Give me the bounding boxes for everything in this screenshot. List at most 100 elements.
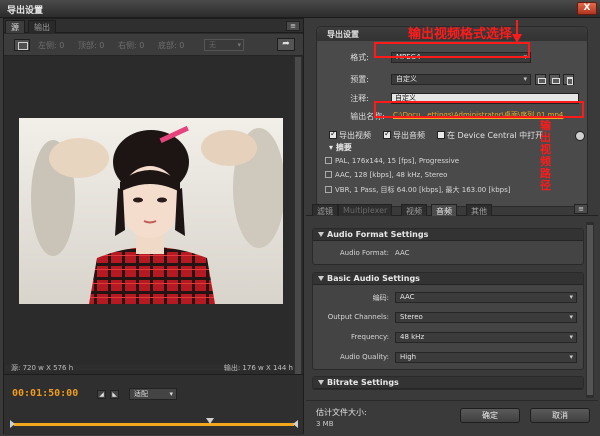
estimated-size-value: 3 MB [316, 420, 334, 428]
path-annotation: 输出视频路径 [540, 119, 551, 192]
summary-options-icon[interactable] [575, 131, 585, 141]
export-audio-checkbox[interactable]: 导出音频 [383, 129, 425, 141]
codec-select[interactable]: AAC [395, 292, 577, 303]
path-highlight-box [374, 101, 584, 118]
export-audio-check-icon [383, 129, 391, 139]
save-preset-icon[interactable] [535, 74, 546, 85]
crop-icon[interactable] [14, 39, 30, 51]
estimated-size-label: 估计文件大小: [316, 408, 367, 417]
title-bar: 导出设置 X [0, 0, 600, 18]
set-out-point-icon[interactable]: ◣ [110, 390, 119, 399]
summary-audio-line: AAC, 128 [kbps], 48 kHz, Stereo [325, 171, 447, 179]
export-video-checkbox[interactable]: 导出视频 [329, 129, 371, 141]
basic-audio-header-text: Basic Audio Settings [327, 274, 420, 283]
audio-format-header-text: Audio Format Settings [327, 230, 429, 239]
audio-format-group: Audio Format Settings Audio Format: AAC [312, 228, 584, 265]
window-title: 导出设置 [7, 6, 44, 16]
collapse-triangle-icon [318, 232, 324, 237]
video-preview [19, 118, 283, 304]
collapse-triangle-icon [318, 380, 324, 385]
quality-label: Audio Quality: [340, 353, 389, 361]
source-tabbar: 源 输出 ≡ [4, 19, 303, 33]
transport-bar: 00:01:50:00 ◢ ◣ 适配 [4, 374, 303, 435]
preview-image [19, 118, 283, 304]
audio-format-label: Audio Format: [339, 249, 389, 257]
audio-format-header[interactable]: Audio Format Settings [313, 229, 583, 241]
audio-icon [325, 171, 332, 178]
summary-bitrate-text: VBR, 1 Pass, 目标 64.00 [kbps], 最大 163.00 … [335, 186, 511, 194]
import-preset-icon[interactable] [549, 74, 560, 85]
format-highlight-box [374, 42, 530, 58]
tab-source[interactable]: 源 [5, 20, 25, 33]
in-point-marker[interactable] [10, 420, 15, 428]
source-panel: 源 输出 ≡ 左侧: 0 顶部: 0 右侧: 0 底部: 0 无 ➦ [3, 18, 304, 435]
basic-audio-group: Basic Audio Settings 编码: AAC Output Chan… [312, 272, 584, 370]
frequency-select[interactable]: 48 kHz [395, 332, 577, 343]
basic-audio-header[interactable]: Basic Audio Settings [313, 273, 583, 285]
ok-button[interactable]: 确定 [460, 408, 520, 423]
preset-label: 预置: [350, 75, 369, 84]
export-video-check-icon [329, 129, 337, 139]
tab-multiplexer[interactable]: Multiplexer [338, 204, 393, 216]
comment-label: 注释: [350, 94, 369, 103]
tab-output[interactable]: 输出 [28, 20, 56, 33]
crop-aspect-select[interactable]: 无 [204, 39, 244, 51]
summary-video-line: PAL, 176x144, 15 [fps], Progressive [325, 157, 459, 165]
fit-select[interactable]: 适配 [129, 388, 177, 400]
tab-audio[interactable]: 音频 [431, 204, 457, 216]
audio-settings-body: Audio Format Settings Audio Format: AAC … [312, 224, 584, 394]
device-central-checkbox[interactable]: 在 Device Central 中打开 [437, 130, 543, 141]
crop-arrow-icon[interactable]: ➦ [277, 38, 295, 51]
crop-right[interactable]: 右侧: 0 [118, 40, 144, 51]
format-annotation-arrow-icon [512, 20, 522, 43]
tab-filters[interactable]: 滤镜 [312, 204, 338, 216]
quality-select[interactable]: High [395, 352, 577, 363]
settings-panel: 导出设置 格式: MPEG4 预置: 自定义 注释: 自定义 输出名称: C:\… [306, 18, 598, 434]
out-point-marker[interactable] [293, 420, 298, 428]
summary-bitrate-line: VBR, 1 Pass, 目标 64.00 [kbps], 最大 163.00 … [325, 185, 511, 195]
preset-select[interactable]: 自定义 [391, 74, 531, 85]
output-size-label: 输出: 176 w X 144 h [223, 364, 293, 372]
panel-menu-icon[interactable]: ≡ [286, 21, 300, 31]
preview-vertical-scrollbar[interactable] [294, 57, 302, 375]
delete-preset-icon[interactable] [563, 74, 574, 85]
summary-video-text: PAL, 176x144, 15 [fps], Progressive [335, 157, 460, 165]
crop-left[interactable]: 左侧: 0 [38, 40, 64, 51]
channels-label: Output Channels: [327, 313, 389, 321]
timecode[interactable]: 00:01:50:00 [12, 388, 78, 399]
format-annotation: 输出视频格式选择 [408, 27, 513, 42]
export-video-label: 导出视频 [339, 131, 371, 140]
tab-video[interactable]: 视频 [401, 204, 427, 216]
cancel-button[interactable]: 取消 [530, 408, 590, 423]
source-size-label: 源: 720 w X 576 h [11, 364, 74, 372]
bitrate-header-text: Bitrate Settings [327, 378, 399, 387]
export-settings-header: 导出设置 [327, 30, 359, 39]
playhead[interactable] [206, 418, 214, 424]
summary-title[interactable]: ▾ 摘要 [329, 142, 352, 153]
crop-toolbar: 左侧: 0 顶部: 0 右侧: 0 底部: 0 无 ➦ [4, 34, 303, 56]
timeline-bar [14, 423, 294, 426]
settings-tabbar: 滤镜 Multiplexer 视频 音频 其他 ≡ [306, 202, 598, 216]
crop-top[interactable]: 顶部: 0 [78, 40, 104, 51]
settings-menu-icon[interactable]: ≡ [574, 204, 588, 214]
summary-title-text: 摘要 [335, 143, 352, 152]
tab-other[interactable]: 其他 [466, 204, 492, 216]
video-icon [325, 157, 332, 164]
audio-format-value: AAC [395, 249, 410, 257]
frequency-label: Frequency: [350, 333, 389, 341]
dialog-footer: 估计文件大小: 3 MB 确定 取消 [306, 400, 598, 434]
bitrate-icon [325, 186, 332, 193]
channels-select[interactable]: Stereo [395, 312, 577, 323]
summary-audio-text: AAC, 128 [kbps], 48 kHz, Stereo [335, 171, 448, 179]
codec-label: 编码: [372, 294, 389, 302]
close-button[interactable]: X [577, 2, 597, 15]
device-central-check-icon [437, 131, 445, 139]
set-in-point-icon[interactable]: ◢ [97, 390, 106, 399]
format-label: 格式: [350, 53, 369, 62]
settings-scrollbar[interactable] [586, 222, 594, 398]
collapse-triangle-icon [318, 276, 324, 281]
timeline-scrubber[interactable] [10, 418, 298, 430]
bitrate-header[interactable]: Bitrate Settings [313, 377, 583, 389]
device-central-label: 在 Device Central 中打开 [447, 131, 544, 140]
crop-bottom[interactable]: 底部: 0 [158, 40, 184, 51]
